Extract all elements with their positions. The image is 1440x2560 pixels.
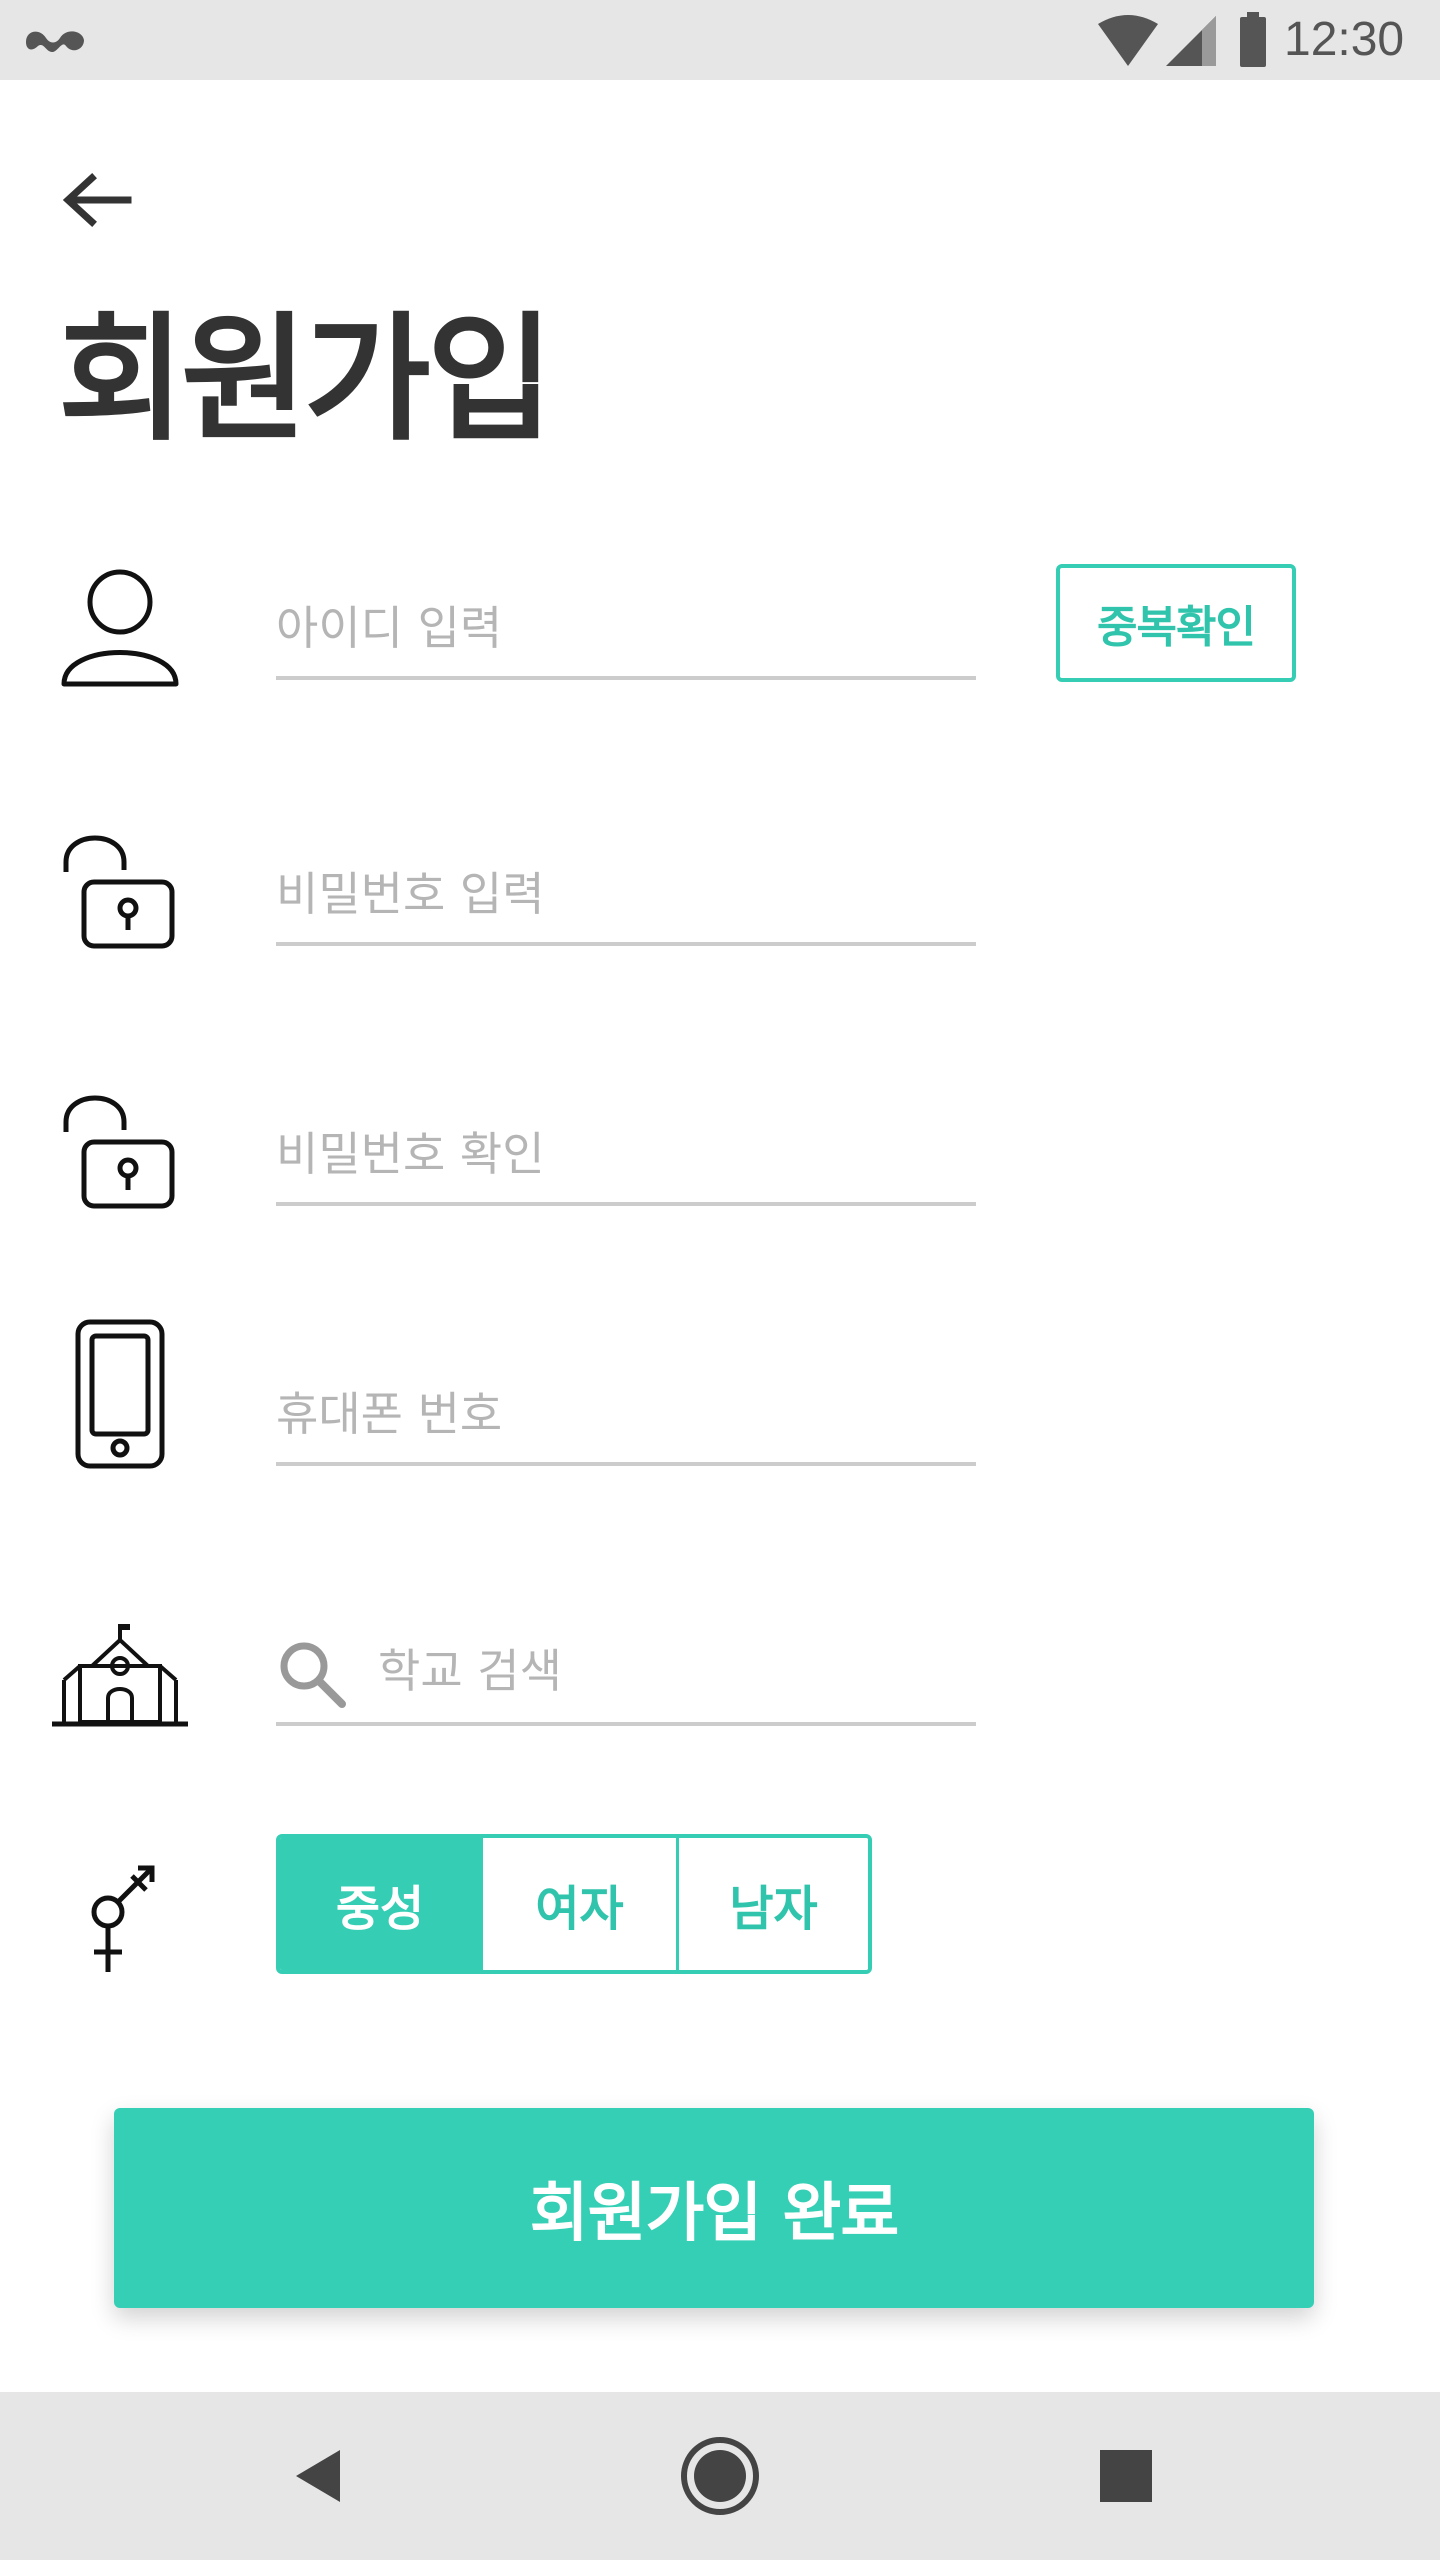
phone-input[interactable] xyxy=(276,1366,976,1466)
school-search-input[interactable] xyxy=(376,1620,980,1722)
status-bar: 12:30 xyxy=(0,0,1440,80)
page-title: 회원가입 xyxy=(58,299,554,460)
battery-icon xyxy=(1240,12,1266,67)
gender-segmented-control: 중성 여자 남자 xyxy=(276,1834,872,1974)
unlocked-padlock-icon xyxy=(63,1095,175,1209)
notification-icon xyxy=(26,31,84,52)
recents-square-icon[interactable] xyxy=(1076,2426,1176,2526)
gender-option-neutral[interactable]: 중성 xyxy=(280,1838,480,1970)
duplicate-check-button[interactable]: 중복확인 xyxy=(1056,564,1296,682)
gender-symbol-icon xyxy=(91,1865,155,1972)
school-building-icon xyxy=(52,1624,188,1727)
password-input[interactable] xyxy=(276,846,976,946)
wifi-icon xyxy=(1098,15,1158,66)
back-triangle-icon[interactable] xyxy=(272,2426,372,2526)
arrow-left-icon[interactable] xyxy=(52,160,140,248)
gender-option-female[interactable]: 여자 xyxy=(480,1838,676,1970)
user-id-input[interactable] xyxy=(276,580,976,680)
status-time: 12:30 xyxy=(1284,13,1405,66)
system-nav-bar xyxy=(0,2392,1440,2560)
search-icon[interactable] xyxy=(276,1638,348,1710)
signup-screen: 12:30 회원가입 중복확인 xyxy=(0,0,1440,2560)
user-icon xyxy=(61,569,179,687)
smartphone-icon xyxy=(75,1319,165,1469)
gender-option-male[interactable]: 남자 xyxy=(676,1838,868,1970)
school-search-field[interactable] xyxy=(276,1620,980,1726)
password-confirm-input[interactable] xyxy=(276,1106,976,1206)
home-circle-icon[interactable] xyxy=(670,2426,770,2526)
signup-submit-button[interactable]: 회원가입 완료 xyxy=(114,2108,1314,2308)
unlocked-padlock-icon xyxy=(63,835,175,949)
cell-signal-icon xyxy=(1166,16,1216,66)
